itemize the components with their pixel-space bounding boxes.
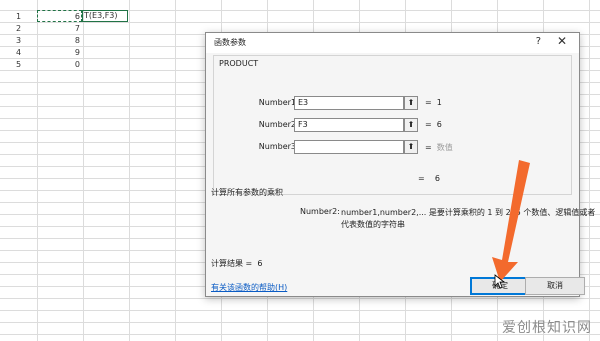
mouse-pointer-icon <box>494 274 506 289</box>
orange-arrow-icon <box>492 160 530 282</box>
site-watermark: 爱创根知识网 <box>502 320 592 336</box>
